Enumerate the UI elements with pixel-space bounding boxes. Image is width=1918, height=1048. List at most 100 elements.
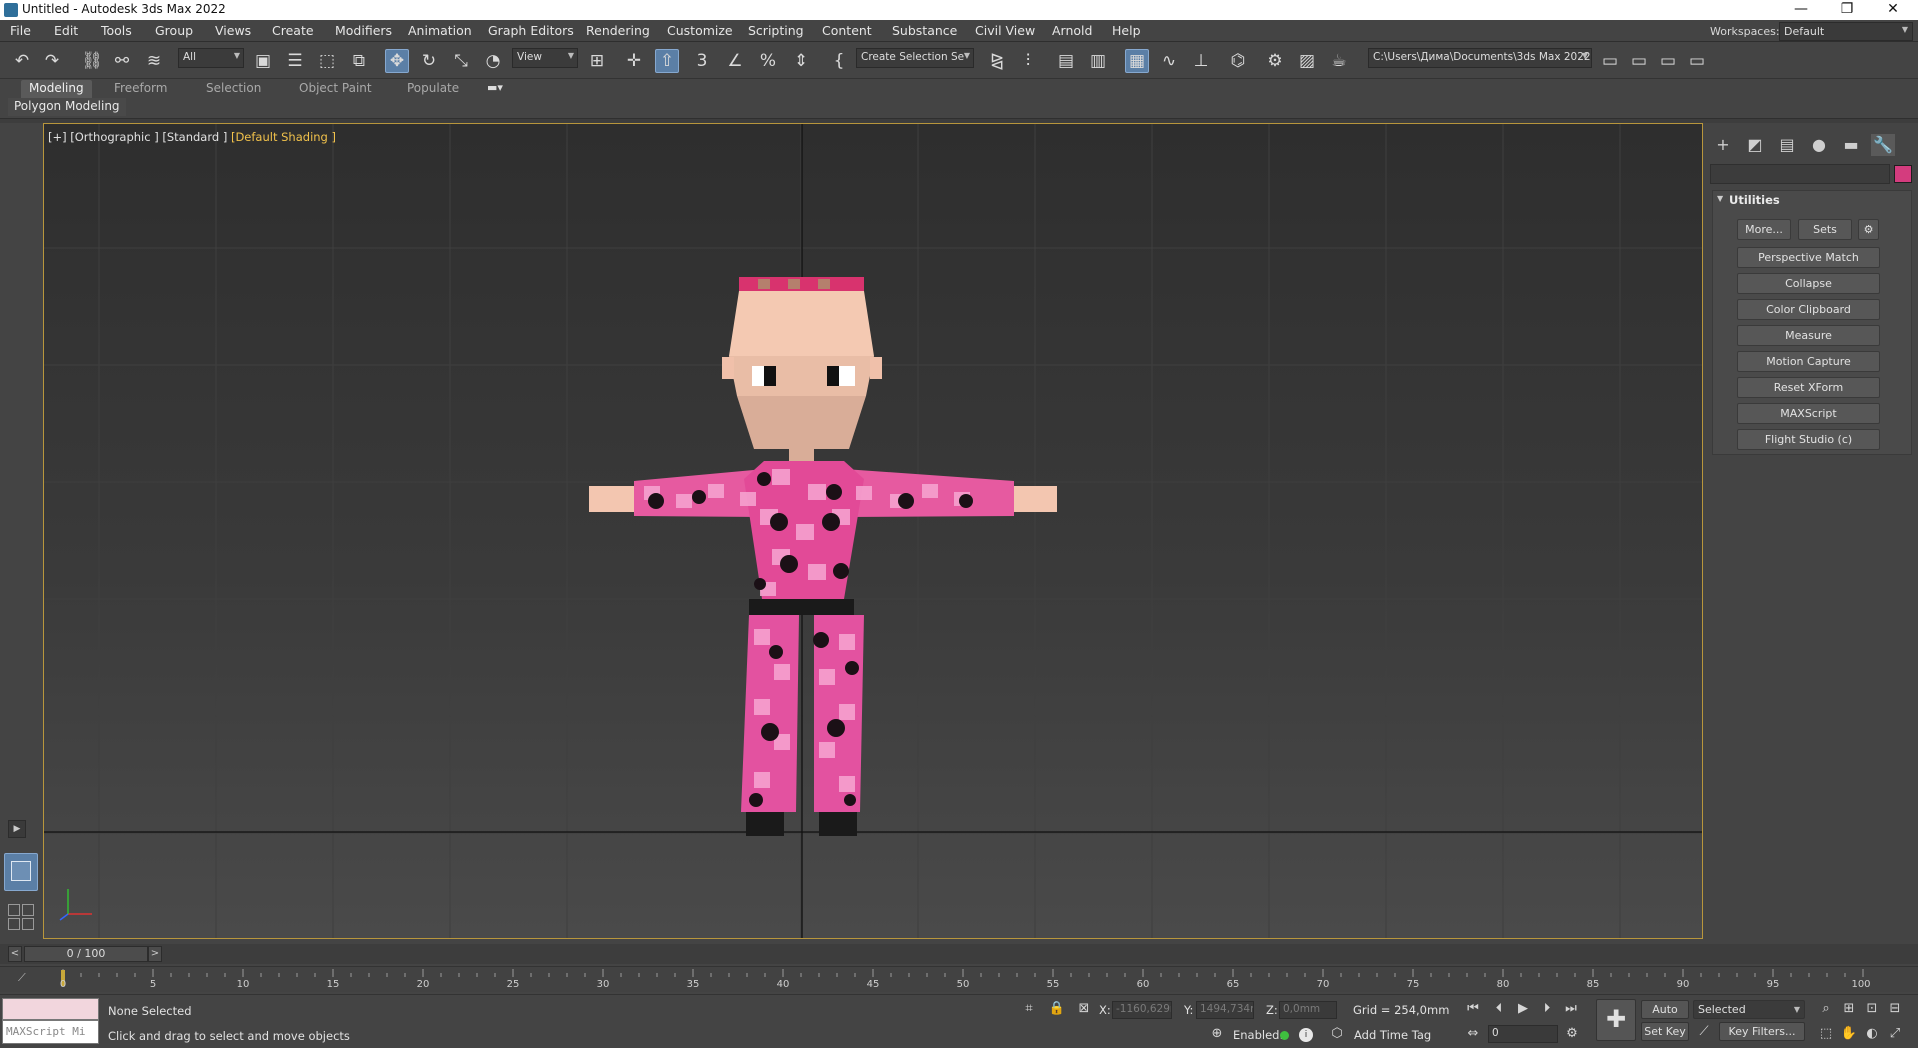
selection-filter-dropdown[interactable]: All ▼ <box>178 48 244 68</box>
next-frame-button[interactable]: > <box>148 946 162 962</box>
viewport-general-menu[interactable]: [+] <box>48 130 67 144</box>
collapse-button[interactable]: Collapse <box>1737 273 1880 294</box>
key-mode-dropdown[interactable]: Selected ▼ <box>1693 1000 1805 1019</box>
go-to-start-icon[interactable]: ⏮ <box>1464 1001 1482 1016</box>
curve-editor-icon[interactable]: ∿ <box>1157 49 1181 73</box>
set-key-button[interactable]: Set Key <box>1641 1022 1689 1041</box>
tab-selection[interactable]: Selection <box>198 80 269 98</box>
percent-snap-icon[interactable]: % <box>756 49 780 73</box>
object-name-field[interactable] <box>1710 164 1890 184</box>
flight-studio-button[interactable]: Flight Studio (c) <box>1737 429 1880 450</box>
time-configuration-icon[interactable]: ⚙ <box>1563 1026 1581 1041</box>
menu-civil-view[interactable]: Civil View <box>975 23 1035 38</box>
toggle-ribbon-icon[interactable]: ▦ <box>1125 49 1149 73</box>
select-by-name-icon[interactable]: ☰ <box>283 49 307 73</box>
z-coordinate-field[interactable]: 0,0mm <box>1279 1001 1337 1019</box>
workspaces-dropdown[interactable]: Default ▼ <box>1779 22 1913 41</box>
zoom-region-icon[interactable]: ⬚ <box>1817 1026 1835 1041</box>
select-and-scale-icon[interactable]: ⤡ <box>449 49 473 73</box>
current-frame-field[interactable]: 0 <box>1488 1025 1558 1043</box>
zoom-extents-all-icon[interactable]: ⊟ <box>1886 1001 1904 1016</box>
maxscript-mini-listener[interactable]: MAXScript Mi <box>2 1020 99 1044</box>
spinner-snap-icon[interactable]: ⇕ <box>789 49 813 73</box>
tab-modeling[interactable]: Modeling <box>21 80 92 98</box>
previous-key-icon[interactable]: ⏴ <box>1490 1001 1508 1016</box>
collapse-arrow-icon[interactable]: ▼ <box>1717 194 1723 203</box>
select-object-icon[interactable]: ▣ <box>251 49 275 73</box>
orbit-icon[interactable]: ◐ <box>1863 1026 1881 1041</box>
menu-create[interactable]: Create <box>272 23 314 38</box>
selection-lock-icon[interactable]: 🔒 <box>1048 1001 1066 1016</box>
viewport-label-menu[interactable]: [+] [Orthographic ] [Standard ] [Default… <box>48 130 336 144</box>
rectangular-selection-icon[interactable]: ⬚ <box>315 49 339 73</box>
tab-populate[interactable]: Populate <box>399 80 467 98</box>
reference-coordinate-dropdown[interactable]: View ▼ <box>512 48 578 68</box>
zoom-all-icon[interactable]: ⊞ <box>1840 1001 1858 1016</box>
minimize-button[interactable]: — <box>1778 0 1824 20</box>
bind-space-warp-icon[interactable]: ≋ <box>142 49 166 73</box>
open-explorer-icon[interactable]: ▭ <box>1598 49 1622 73</box>
isolate-selection-icon[interactable]: ⌗ <box>1020 1001 1038 1016</box>
redo-icon[interactable]: ↷ <box>40 49 64 73</box>
go-to-end-icon[interactable]: ⏭ <box>1562 1001 1580 1016</box>
x-coordinate-field[interactable]: -1160,629n <box>1112 1001 1172 1019</box>
previous-frame-button[interactable]: < <box>8 946 22 962</box>
utilities-tab-icon[interactable]: 🔧 <box>1871 134 1895 156</box>
menu-group[interactable]: Group <box>155 23 193 38</box>
menu-content[interactable]: Content <box>822 23 872 38</box>
color-clipboard-button[interactable]: Color Clipboard <box>1737 299 1880 320</box>
layer-explorer-icon[interactable]: ▥ <box>1086 49 1110 73</box>
rendered-frame-window-icon[interactable]: ▨ <box>1295 49 1319 73</box>
ribbon-panel-polygon-modeling[interactable]: Polygon Modeling <box>8 98 126 116</box>
menu-modifiers[interactable]: Modifiers <box>335 23 392 38</box>
select-and-place-icon[interactable]: ◔ <box>481 49 505 73</box>
perspective-match-button[interactable]: Perspective Match <box>1737 247 1880 268</box>
window-crossing-icon[interactable]: ⧉ <box>347 49 371 73</box>
snaps-toggle-icon[interactable]: 3 <box>690 49 714 73</box>
menu-tools[interactable]: Tools <box>101 23 132 38</box>
absolute-mode-transform-icon[interactable]: ⊠ <box>1075 1001 1093 1016</box>
menu-arnold[interactable]: Arnold <box>1052 23 1092 38</box>
time-slider[interactable] <box>0 944 1918 964</box>
select-and-rotate-icon[interactable]: ↻ <box>417 49 441 73</box>
undo-icon[interactable]: ↶ <box>10 49 34 73</box>
render-production-icon[interactable]: ☕ <box>1327 49 1351 73</box>
modify-tab-icon[interactable]: ◩ <box>1743 134 1767 156</box>
menu-graph-editors[interactable]: Graph Editors <box>488 23 574 38</box>
viewport-point-of-view-menu[interactable]: [Orthographic ] <box>70 130 158 144</box>
tab-freeform[interactable]: Freeform <box>106 80 175 98</box>
motion-capture-button[interactable]: Motion Capture <box>1737 351 1880 372</box>
dope-sheet-icon[interactable]: ⊥ <box>1189 49 1213 73</box>
menu-file[interactable]: File <box>10 23 31 38</box>
set-key-large-button[interactable]: ✚ <box>1596 999 1636 1041</box>
zoom-icon[interactable]: ⌕ <box>1817 1001 1835 1016</box>
key-filters-button[interactable]: Key Filters... <box>1719 1022 1805 1041</box>
viewport-shading-menu[interactable]: [Default Shading ] <box>231 130 336 144</box>
expand-layout-icon[interactable]: ▶ <box>8 820 26 838</box>
auto-key-button[interactable]: Auto Key <box>1641 1000 1689 1033</box>
adaptive-degradation-icon[interactable]: ⊕ <box>1208 1026 1226 1041</box>
quad-viewport-layout-icon[interactable] <box>4 900 38 934</box>
maximize-viewport-icon[interactable]: ⤢ <box>1886 1026 1904 1041</box>
menu-rendering[interactable]: Rendering <box>586 23 650 38</box>
ribbon-options-icon[interactable]: ▬▾ <box>487 81 503 94</box>
create-tab-icon[interactable]: + <box>1711 134 1735 156</box>
viewport-standard-menu[interactable]: [Standard ] <box>162 130 227 144</box>
schematic-view-icon[interactable]: ⌬ <box>1226 49 1250 73</box>
unlink-icon[interactable]: ⚯ <box>110 49 134 73</box>
named-selection-sets-dropdown[interactable]: Create Selection Se ▼ <box>856 48 974 68</box>
play-icon[interactable]: ▶ <box>1514 1001 1532 1016</box>
maxscript-button[interactable]: MAXScript <box>1737 403 1880 424</box>
sets-button[interactable]: Sets <box>1798 219 1852 240</box>
y-coordinate-field[interactable]: 1494,734m <box>1196 1001 1254 1019</box>
zoom-extents-selected-icon[interactable]: ⊡ <box>1863 1001 1881 1016</box>
restore-button[interactable]: ❐ <box>1824 0 1870 20</box>
next-key-icon[interactable]: ⏵ <box>1538 1001 1556 1016</box>
menu-help[interactable]: Help <box>1112 23 1141 38</box>
align-icon[interactable]: ⫶ <box>1016 49 1040 73</box>
keyboard-shortcut-override-icon[interactable]: ⇧ <box>655 49 679 73</box>
time-slider-thumb[interactable]: 0 / 100 <box>24 946 148 962</box>
close-button[interactable]: ✕ <box>1870 0 1916 20</box>
project-tools-icon[interactable]: ▭ <box>1685 49 1709 73</box>
hierarchy-tab-icon[interactable]: ▤ <box>1775 134 1799 156</box>
